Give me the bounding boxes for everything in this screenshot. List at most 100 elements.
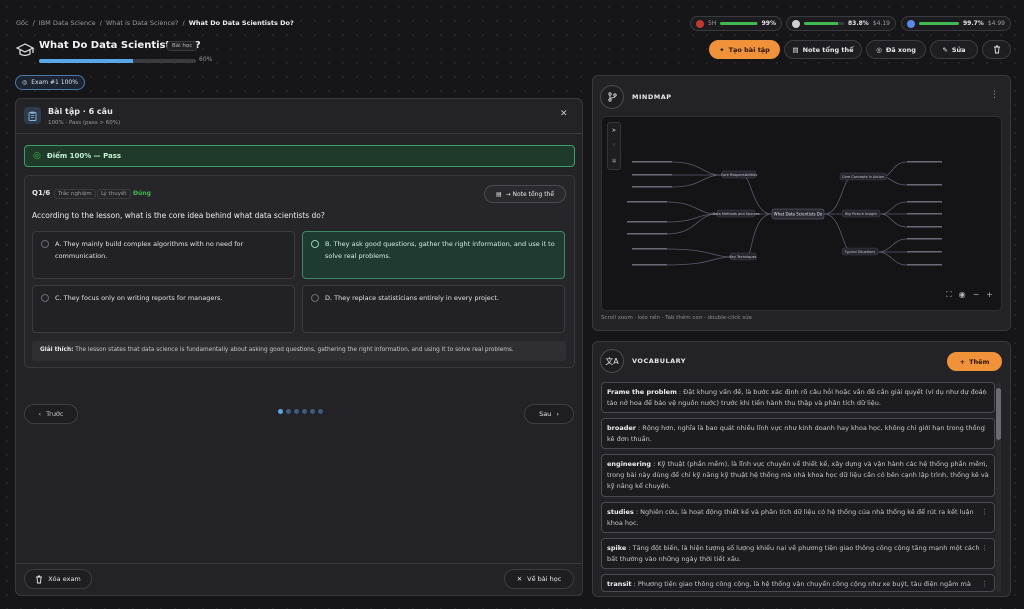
vocab-scrollbar[interactable] (996, 382, 1001, 592)
breadcrumb: Gốc / IBM Data Science / What is Data Sc… (16, 19, 294, 27)
previous-button[interactable]: ‹ Trước (24, 404, 78, 424)
pointer-icon[interactable]: ➤ (611, 127, 616, 134)
trash-icon (993, 45, 1000, 54)
vocab-term: broader (607, 424, 636, 432)
pagination-dot[interactable] (278, 409, 283, 414)
answer-option-d[interactable]: D. They replace statisticians entirely i… (302, 285, 565, 333)
more-options-icon[interactable]: ⋮ (981, 387, 988, 398)
quota-percent: 99.7% (962, 20, 984, 27)
branch-icon (600, 85, 624, 109)
exam-tab[interactable]: ◎ Exam #1 100% (15, 75, 85, 90)
layout-icon[interactable]: ✲ (611, 158, 616, 165)
add-to-note-button[interactable]: ▤ → Note tổng thể (484, 185, 566, 203)
vocab-definition: : Rộng hơn, nghĩa là bao quát nhiều lĩnh… (607, 424, 985, 443)
delete-button[interactable] (982, 40, 1011, 59)
zoom-out-icon[interactable]: − (973, 290, 980, 300)
vocab-term: engineering (607, 460, 652, 468)
exercise-panel-header (15, 98, 583, 134)
mindmap-branch[interactable]: Key Techniques (730, 255, 757, 259)
vocab-definition: : Tăng đột biến, là hiện tượng số lượng … (607, 544, 980, 563)
reset-zoom-icon[interactable]: ◉ (959, 290, 966, 300)
back-to-lesson-button[interactable]: ✕ Về bài học (504, 569, 574, 589)
check-circle-icon: ◎ (876, 45, 882, 54)
more-options-icon[interactable]: ⋮ (981, 507, 988, 518)
close-icon: ✕ (516, 575, 523, 583)
quota-label: 5H (708, 20, 717, 27)
pagination-dot[interactable] (286, 409, 291, 414)
vocab-term: studies (607, 508, 634, 516)
option-text: B. They ask good questions, gather the r… (325, 240, 555, 260)
mindmap-branch[interactable]: Big Picture Insight (845, 212, 877, 216)
question-pagination (278, 409, 323, 414)
vocab-definition: : Kỹ thuật (phần mềm), là lĩnh vực chuyê… (607, 460, 989, 490)
progress-fill (39, 59, 134, 63)
vocabulary-title: VOCABULARY (632, 357, 687, 365)
vocab-definition: : Phương tiện giao thông công cộng, là h… (631, 580, 971, 588)
more-options-icon[interactable]: ⋮ (990, 90, 999, 100)
more-options-icon[interactable]: ⋮ (981, 543, 988, 554)
breadcrumb-item[interactable]: IBM Data Science (39, 19, 96, 27)
breadcrumb-item[interactable]: What is Data Science? (106, 19, 179, 27)
zoom-in-icon[interactable]: + (986, 290, 993, 300)
lesson-type-badge: Bài học (167, 41, 198, 51)
pagination-dot[interactable] (294, 409, 299, 414)
usage-meter-5h: 5H 99% (690, 16, 782, 31)
quota-cost: $4.19 (872, 20, 890, 27)
question-type-badge: Trắc nghiệm (54, 189, 96, 199)
more-options-icon[interactable]: ⋮ (981, 579, 988, 590)
answer-option-a[interactable]: A. They mainly build complex algorithms … (32, 231, 295, 279)
vocab-item[interactable]: Frame the problem : Đặt khung vấn đề, là… (601, 382, 995, 413)
breadcrumb-item[interactable]: Gốc (16, 19, 29, 27)
mindmap-branch[interactable]: Core Concepts in Action (842, 175, 884, 179)
delete-exam-button[interactable]: Xóa exam (24, 569, 92, 589)
mindmap-root[interactable]: What Data Scientists Do (774, 212, 823, 217)
vocab-item[interactable]: broader : Rộng hơn, nghĩa là bao quát nh… (601, 418, 995, 449)
quota-bar (720, 22, 758, 25)
chevron-left-icon: ‹ (38, 410, 42, 418)
note-icon: ▤ (495, 190, 502, 198)
score-text: Điểm 100% — Pass (46, 152, 122, 160)
check-circle-icon: ◎ (22, 79, 28, 86)
radio-icon (41, 240, 49, 248)
pagination-dot[interactable] (310, 409, 315, 414)
more-options-icon[interactable]: ⋮ (981, 459, 988, 470)
mindmap-branch[interactable]: Data Methods and Sources (712, 212, 759, 216)
next-button[interactable]: Sau › (524, 404, 574, 424)
pagination-dot[interactable] (302, 409, 307, 414)
quota-cost: $4.99 (987, 20, 1005, 27)
quota-percent: 99% (761, 20, 776, 27)
pagination-dot[interactable] (318, 409, 323, 414)
answer-option-c[interactable]: C. They focus only on writing reports fo… (32, 285, 295, 333)
button-label: Xóa exam (48, 575, 81, 583)
close-icon[interactable]: ✕ (560, 109, 568, 119)
button-label: Về bài học (527, 575, 562, 583)
vocab-item[interactable]: studies : Nghiên cứu, là hoạt động thiết… (601, 502, 995, 533)
result-badge: Đúng (133, 190, 151, 197)
add-vocab-button[interactable]: + Thêm (947, 352, 1002, 371)
note-overview-button[interactable]: ▤ Note tổng thể (784, 40, 862, 59)
mindmap-hint: Scroll zoom · kéo nền · Tab thêm con · d… (601, 315, 752, 321)
create-exercise-button[interactable]: ✦ Tạo bài tập (709, 40, 780, 59)
question-text: According to the lesson, what is the cor… (32, 211, 325, 220)
connect-icon[interactable]: ⁖ (612, 142, 616, 149)
answer-option-b[interactable]: B. They ask good questions, gather the r… (302, 231, 565, 279)
exam-tab-label: Exam #1 100% (31, 79, 78, 86)
divider (15, 563, 583, 564)
more-options-icon[interactable]: ⋮ (981, 423, 988, 434)
mindmap-branch[interactable]: Core Responsibilities (721, 173, 757, 177)
vocab-item[interactable]: transit : Phương tiện giao thông công cộ… (601, 574, 995, 592)
quota-fill (804, 22, 838, 25)
pencil-icon: ✎ (942, 45, 948, 54)
vocab-item[interactable]: engineering : Kỹ thuật (phần mềm), là lĩ… (601, 454, 995, 497)
mark-done-button[interactable]: ◎ Đã xong (866, 40, 926, 59)
mindmap-canvas[interactable]: ➤ ⁖ ✲ What Data Scientists Do Core Respo… (601, 116, 1002, 311)
vocab-item[interactable]: spike : Tăng đột biến, là hiện tượng số … (601, 538, 995, 569)
check-circle-icon: ◎ (33, 151, 41, 161)
button-label: Sau (539, 410, 552, 418)
exercise-title: Bài tập · 6 câu (48, 107, 113, 116)
fit-screen-icon[interactable]: ⛶ (946, 290, 952, 300)
translate-icon: 文A (600, 349, 624, 373)
mindmap-branch[interactable]: Typical Situations (844, 250, 876, 254)
edit-button[interactable]: ✎ Sửa (930, 40, 978, 59)
plus-icon: + (959, 357, 966, 366)
